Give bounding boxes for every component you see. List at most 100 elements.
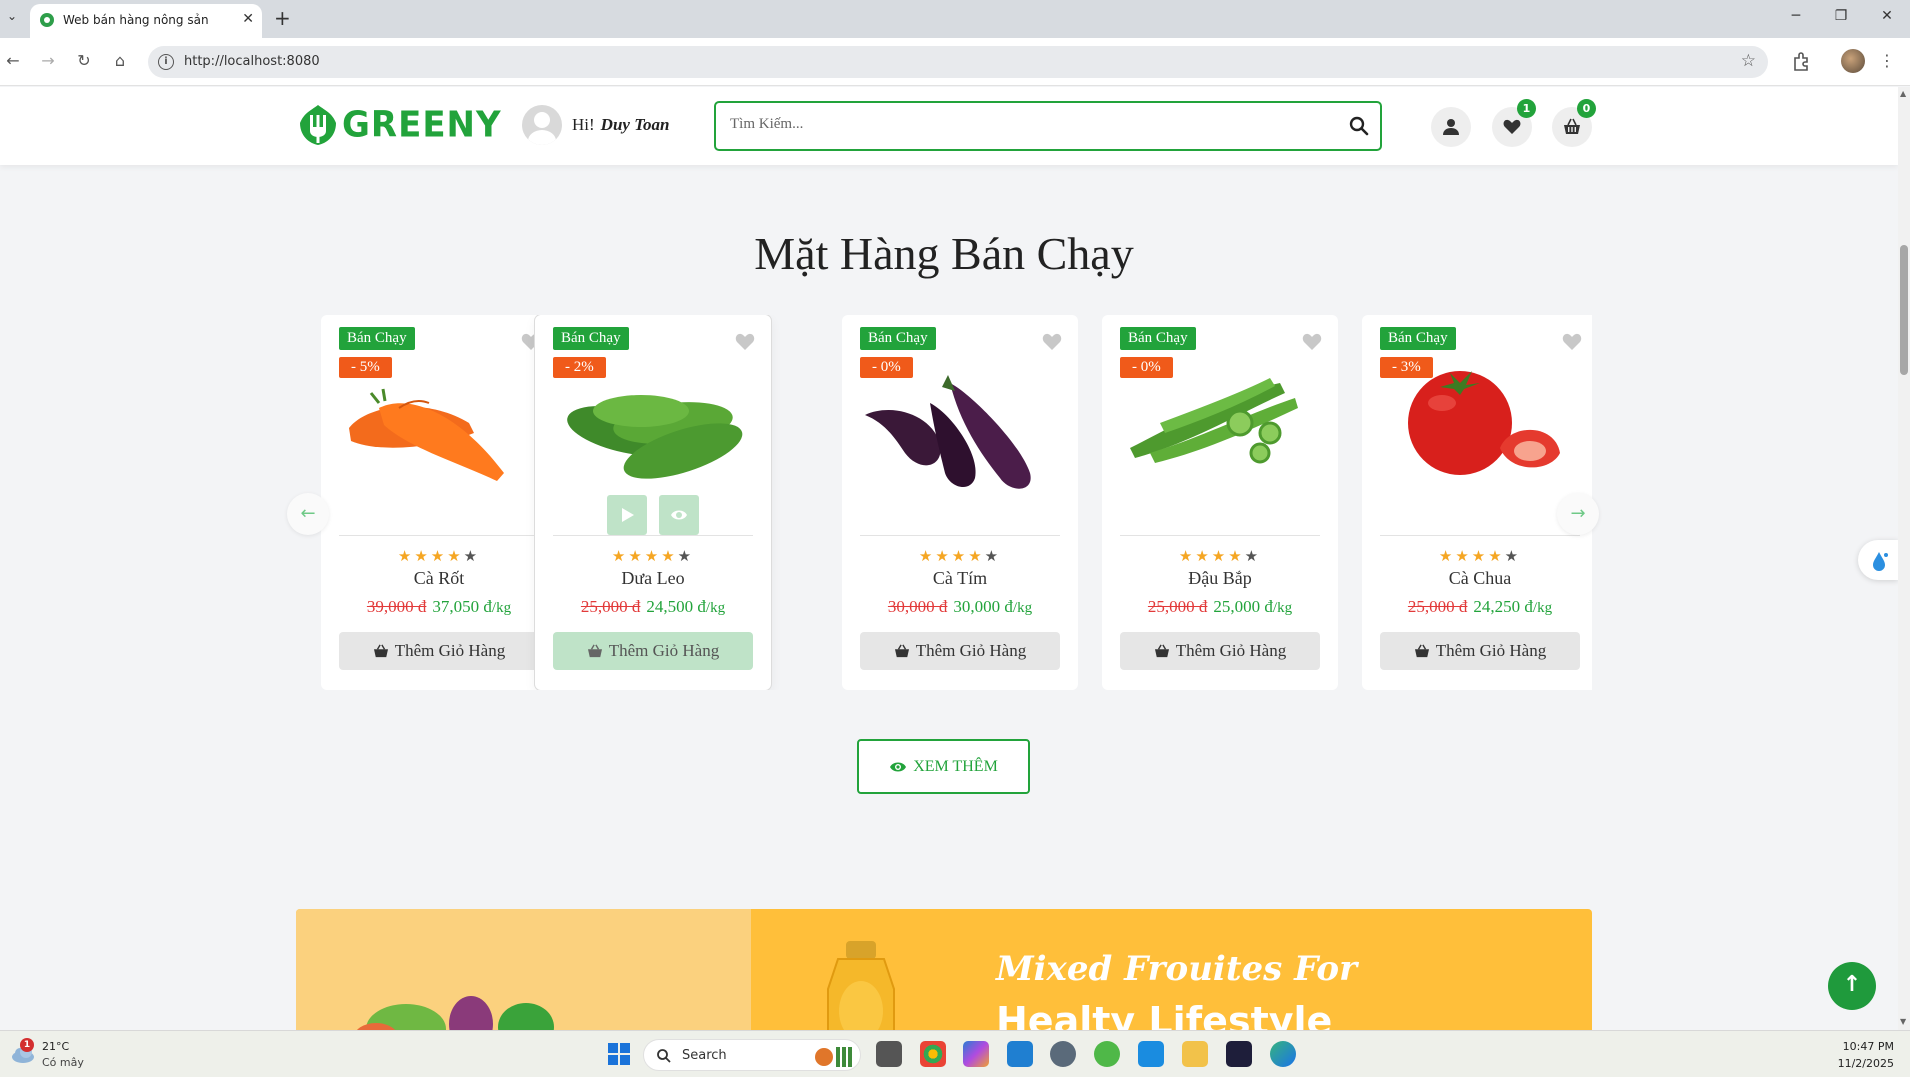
product-card[interactable]: Bán Chạy - 2% ★★★★★ Dưa Leo 25,000 đ 24,5… [535, 315, 771, 690]
windows-start-icon[interactable] [608, 1043, 630, 1065]
best-seller-badge: Bán Chạy [860, 327, 936, 350]
site-favicon-icon [40, 13, 54, 27]
add-to-cart-button[interactable]: Thêm Giỏ Hàng [860, 632, 1060, 670]
add-to-cart-label: Thêm Giỏ Hàng [394, 641, 506, 660]
minimize-icon[interactable]: ─ [1781, 8, 1811, 24]
rating-stars: ★★★★★ [397, 547, 481, 565]
rating-stars: ★★★★★ [918, 547, 1002, 565]
product-name[interactable]: Cà Rốt [321, 568, 557, 589]
vscode-icon[interactable] [1007, 1041, 1033, 1067]
settings-gear-icon[interactable] [1050, 1041, 1076, 1067]
reload-icon[interactable]: ↻ [73, 50, 95, 72]
restore-icon[interactable]: ❐ [1826, 8, 1856, 24]
page-viewport: GREENY Hi! Duy Toan 1 [0, 87, 1898, 1030]
eye-icon [890, 762, 907, 771]
add-to-cart-button[interactable]: Thêm Giỏ Hàng [553, 632, 753, 670]
product-card[interactable]: Bán Chạy - 3% ★★★★★ Cà Chua 25,000 đ 24,2… [1362, 315, 1592, 690]
scroll-up-icon[interactable]: ▲ [1900, 89, 1906, 98]
taskview-icon[interactable] [876, 1041, 902, 1067]
quick-view-button[interactable] [659, 495, 699, 535]
edge-icon[interactable] [1270, 1041, 1296, 1067]
product-price: 39,000 đ 37,050 đ/kg [321, 597, 557, 617]
scroll-down-icon[interactable]: ▼ [1900, 1017, 1906, 1026]
bookmark-star-icon[interactable]: ☆ [1741, 51, 1756, 71]
floating-widget[interactable] [1858, 540, 1898, 580]
back-icon[interactable]: ← [2, 50, 24, 72]
add-to-cart-button[interactable]: Thêm Giỏ Hàng [1380, 632, 1580, 670]
jetbrains-icon[interactable] [1226, 1041, 1252, 1067]
product-name[interactable]: Cà Chua [1362, 568, 1592, 589]
clock-time: 10:47 PM [1842, 1040, 1894, 1053]
user-avatar [522, 105, 562, 145]
add-to-cart-label: Thêm Giỏ Hàng [1175, 641, 1287, 660]
new-price: 30,000 đ [953, 597, 1013, 616]
site-info-icon[interactable]: i [158, 54, 174, 70]
browser-tab-bar: ⌄ Web bán hàng nông sản ✕ + ─ ❐ ✕ [0, 0, 1910, 38]
product-price: 25,000 đ 25,000 đ/kg [1102, 597, 1338, 617]
basket-icon [1564, 118, 1580, 134]
favorite-heart-icon[interactable] [1042, 333, 1062, 351]
wishlist-button[interactable]: 1 [1492, 99, 1536, 147]
forward-icon[interactable]: → [37, 50, 59, 72]
profile-avatar[interactable] [1841, 49, 1865, 73]
price-unit: /kg [1532, 600, 1553, 616]
user-greeting[interactable]: Hi! Duy Toan [522, 105, 669, 145]
taskbar-search[interactable]: Search [643, 1039, 861, 1071]
favorite-heart-icon[interactable] [735, 333, 755, 351]
back-to-top-button[interactable]: ↑ [1828, 962, 1876, 1010]
search-icon [657, 1049, 671, 1063]
product-card[interactable]: Bán Chạy - 0% ★★★★★ Cà Tím 30,000 đ 30,00… [842, 315, 1078, 690]
home-icon[interactable]: ⌂ [109, 50, 131, 72]
card-divider [553, 535, 753, 536]
price-unit: /kg [491, 600, 512, 616]
add-to-cart-button[interactable]: Thêm Giỏ Hàng [1120, 632, 1320, 670]
favorite-heart-icon[interactable] [1562, 333, 1582, 351]
browser-tab[interactable]: Web bán hàng nông sản ✕ [30, 4, 262, 38]
view-more-button[interactable]: XEM THÊM [857, 739, 1030, 794]
window-close-icon[interactable]: ✕ [1872, 8, 1902, 24]
cart-button[interactable]: 0 [1552, 99, 1596, 147]
add-to-cart-button[interactable]: Thêm Giỏ Hàng [339, 632, 539, 670]
product-name[interactable]: Cà Tím [842, 568, 1078, 589]
product-carousel: Bán Chạy - 5% ★★★★★ Cà Rốt 39,000 đ 37,05… [296, 315, 1592, 690]
favorite-heart-icon[interactable] [1302, 333, 1322, 351]
card-divider [860, 535, 1060, 536]
site-header: GREENY Hi! Duy Toan 1 [0, 87, 1898, 165]
banner-vegetables-image [296, 909, 751, 1030]
file-explorer-icon[interactable] [1182, 1041, 1208, 1067]
quick-video-button[interactable] [607, 495, 647, 535]
banner-subheadline: Healty Lifestyle [996, 999, 1333, 1030]
page-scrollbar[interactable]: ▲ ▼ [1898, 87, 1910, 1030]
product-card[interactable]: Bán Chạy - 0% ★★★★★ Đậu Bắp 25,000 đ 25,0… [1102, 315, 1338, 690]
leaf-app-icon[interactable] [1094, 1041, 1120, 1067]
weather-widget[interactable]: 1 21°C Có mây [8, 1038, 128, 1072]
scrollbar-thumb[interactable] [1900, 245, 1908, 375]
product-price: 25,000 đ 24,250 đ/kg [1362, 597, 1592, 617]
carousel-prev-arrow-icon[interactable]: ← [287, 493, 329, 535]
search-input[interactable] [730, 116, 1330, 133]
tab-search-icon[interactable]: ⌄ [4, 9, 20, 27]
best-seller-badge: Bán Chạy [1120, 327, 1196, 350]
view-more-label: XEM THÊM [913, 757, 998, 775]
promo-banner[interactable]: Mixed Frouites For Healty Lifestyle [296, 909, 1592, 1030]
account-button[interactable] [1431, 107, 1471, 147]
tab-close-icon[interactable]: ✕ [242, 11, 254, 27]
browser-menu-icon[interactable]: ⋮ [1876, 50, 1898, 72]
product-name[interactable]: Đậu Bắp [1102, 568, 1338, 589]
site-logo[interactable]: GREENY [296, 103, 502, 147]
zalo-icon[interactable] [1138, 1041, 1164, 1067]
taskbar-clock[interactable]: 10:47 PM 11/2/2025 [1838, 1038, 1894, 1072]
extensions-icon[interactable] [1789, 50, 1813, 74]
product-card[interactable]: Bán Chạy - 5% ★★★★★ Cà Rốt 39,000 đ 37,05… [321, 315, 557, 690]
carousel-next-arrow-icon[interactable]: → [1557, 493, 1599, 535]
new-tab-icon[interactable]: + [274, 6, 291, 30]
copilot-icon[interactable] [963, 1041, 989, 1067]
add-to-cart-label: Thêm Giỏ Hàng [608, 641, 720, 660]
best-seller-badge: Bán Chạy [339, 327, 415, 350]
product-name[interactable]: Dưa Leo [535, 568, 771, 589]
chrome-icon[interactable] [920, 1041, 946, 1067]
search-icon[interactable] [1348, 115, 1370, 137]
new-price: 37,050 đ [432, 597, 492, 616]
address-bar[interactable]: i http://localhost:8080 ☆ [148, 46, 1768, 78]
rating-stars: ★★★★★ [1438, 547, 1522, 565]
